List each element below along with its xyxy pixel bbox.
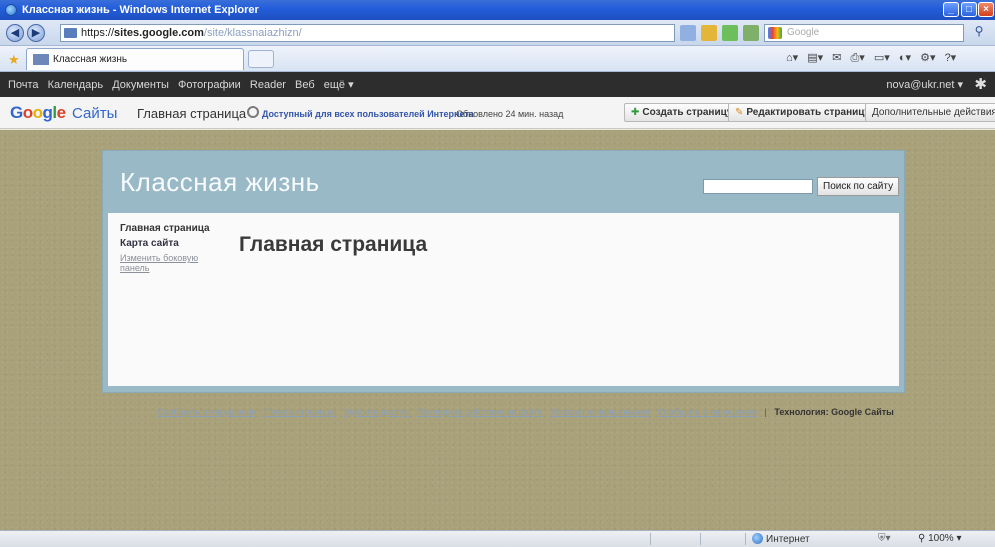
tools-icon[interactable]: ⚙▾ (920, 52, 935, 64)
site-frame: Классная жизнь Поиск по сайту Главная ст… (102, 150, 905, 393)
tab-favicon-icon (33, 54, 49, 65)
google-services-nav: Почта Календарь Документы Фотографии Rea… (8, 78, 360, 91)
footer-link-print[interactable]: Печать страницы (264, 407, 336, 417)
sharing-icon (247, 106, 259, 118)
status-divider (745, 533, 746, 545)
sites-header: Google Сайты Главная страница Доступный … (0, 97, 995, 129)
google-bar: Почта Календарь Документы Фотографии Rea… (0, 72, 995, 97)
gear-icon[interactable]: ✱ (974, 75, 987, 93)
safety-icon[interactable]: ◐▾ (899, 52, 911, 64)
status-divider (650, 533, 651, 545)
gbar-link-calendar[interactable]: Календарь (48, 79, 104, 91)
create-page-button[interactable]: ✚ Создать страницу (624, 103, 740, 122)
close-icon[interactable]: × (978, 2, 994, 17)
url-host: sites.google.com (114, 27, 204, 39)
gbar-link-docs[interactable]: Документы (112, 79, 169, 91)
footer-link-remove-access[interactable]: Удалить доступ (344, 407, 409, 417)
more-actions-button[interactable]: Дополнительные действия ▾ (865, 103, 995, 122)
edit-page-button[interactable]: ✎ Редактировать страницу (728, 103, 877, 122)
sites-product-name[interactable]: Сайты (72, 105, 117, 122)
plus-icon: ✚ (631, 107, 640, 118)
page-heading: Главная страница (239, 233, 428, 256)
footer-link-terms[interactable]: Условия использования (550, 407, 650, 417)
footer-link-recent-activity[interactable]: Последние действия на сайте (417, 407, 543, 417)
tab-active[interactable]: Классная жизнь (26, 48, 244, 70)
account-menu[interactable]: nova@ukr.net ▾ (886, 78, 963, 91)
site-content-area: Главная страница Карта сайта Изменить бо… (108, 213, 899, 386)
gbar-link-mail[interactable]: Почта (8, 79, 39, 91)
refresh-icon[interactable] (743, 25, 760, 41)
address-bar-row: ◀ ▶ https://sites.google.com/site/klassn… (0, 20, 995, 46)
address-input[interactable]: https://sites.google.com/site/klassnaiaz… (60, 24, 675, 42)
minimize-icon[interactable]: _ (943, 2, 959, 17)
compatibility-icon[interactable] (722, 25, 739, 41)
page-canvas: Классная жизнь Поиск по сайту Главная ст… (0, 130, 995, 530)
back-icon[interactable]: ◀ (6, 24, 24, 42)
command-bar: ⌂▾ ▤▾ ✉ ⎙▾ ▭▾ ◐▾ ⚙▾ ?▾ (780, 51, 956, 65)
search-placeholder: Google (787, 27, 820, 38)
powered-by[interactable]: Технология: Google Сайты (774, 407, 894, 417)
gbar-link-photos[interactable]: Фотографии (178, 79, 241, 91)
gbar-link-reader[interactable]: Reader (250, 79, 286, 91)
footer-link-abuse[interactable]: Сообщить о нарушении (657, 407, 757, 417)
sidebar-item-home[interactable]: Главная страница (120, 223, 230, 234)
google-search-icon (768, 27, 782, 39)
footer-separator: | (764, 407, 767, 417)
status-divider (700, 533, 701, 545)
new-tab-button[interactable] (248, 50, 274, 68)
protected-mode-icon[interactable]: ⛨▾ (878, 533, 891, 544)
page-icon[interactable]: ▭▾ (874, 52, 890, 64)
gbar-link-web[interactable]: Веб (295, 79, 315, 91)
feeds-icon[interactable]: ▤▾ (807, 52, 823, 64)
maximize-icon[interactable]: □ (961, 2, 977, 17)
current-page-name: Главная страница (137, 106, 247, 121)
status-bar: Интернет ⛨▾ ⚲ 100% ▾ (0, 530, 995, 547)
site-favicon-icon (64, 28, 77, 38)
site-footer: Сообщить о нарушении Печать страницы Уда… (157, 407, 899, 417)
security-lock-icon[interactable] (701, 25, 718, 41)
tab-label: Классная жизнь (53, 54, 128, 65)
sidebar-item-sitemap[interactable]: Карта сайта (120, 238, 230, 249)
pencil-icon: ✎ (735, 107, 744, 118)
tab-row: ★ Классная жизнь ⌂▾ ▤▾ ✉ ⎙▾ ▭▾ ◐▾ ⚙▾ ?▾ (0, 46, 995, 72)
search-icon[interactable]: ⚲ (968, 24, 990, 42)
internet-explorer-icon (5, 4, 17, 16)
print-icon[interactable]: ⎙▾ (851, 52, 865, 64)
site-search-button[interactable]: Поиск по сайту (817, 177, 900, 196)
window-title-bar: Классная жизнь - Windows Internet Explor… (0, 0, 995, 20)
favorites-star-icon[interactable]: ★ (8, 52, 20, 68)
footer-link-report[interactable]: Сообщить о нарушении (157, 407, 257, 417)
home-icon[interactable]: ⌂▾ (786, 52, 798, 64)
sharing-status[interactable]: Доступный для всех пользователей Интерне… (262, 109, 474, 119)
sidebar-navigation: Главная страница Карта сайта Изменить бо… (120, 223, 230, 273)
site-title[interactable]: Классная жизнь (120, 167, 320, 198)
zoom-level[interactable]: ⚲ 100% ▾ (918, 533, 962, 544)
forward-icon[interactable]: ▶ (27, 24, 45, 42)
edit-sidebar-link[interactable]: Изменить боковую панель (120, 253, 230, 273)
search-input[interactable]: Google (764, 24, 964, 42)
gbar-link-more[interactable]: ещё ▾ (324, 79, 354, 91)
url-path: /site/klassnaiazhizn/ (203, 27, 302, 39)
url-prefix: https:// (81, 27, 115, 39)
globe-icon (752, 533, 763, 544)
google-logo[interactable]: Google (10, 103, 66, 123)
dropdown-icon[interactable] (680, 25, 696, 41)
window-title: Классная жизнь - Windows Internet Explor… (22, 4, 259, 16)
last-updated: Обновлено 24 мин. назад (456, 109, 564, 119)
help-icon[interactable]: ?▾ (945, 52, 957, 64)
site-search-input[interactable] (703, 179, 813, 194)
mail-icon[interactable]: ✉ (832, 52, 841, 64)
security-zone[interactable]: Интернет (752, 533, 810, 545)
